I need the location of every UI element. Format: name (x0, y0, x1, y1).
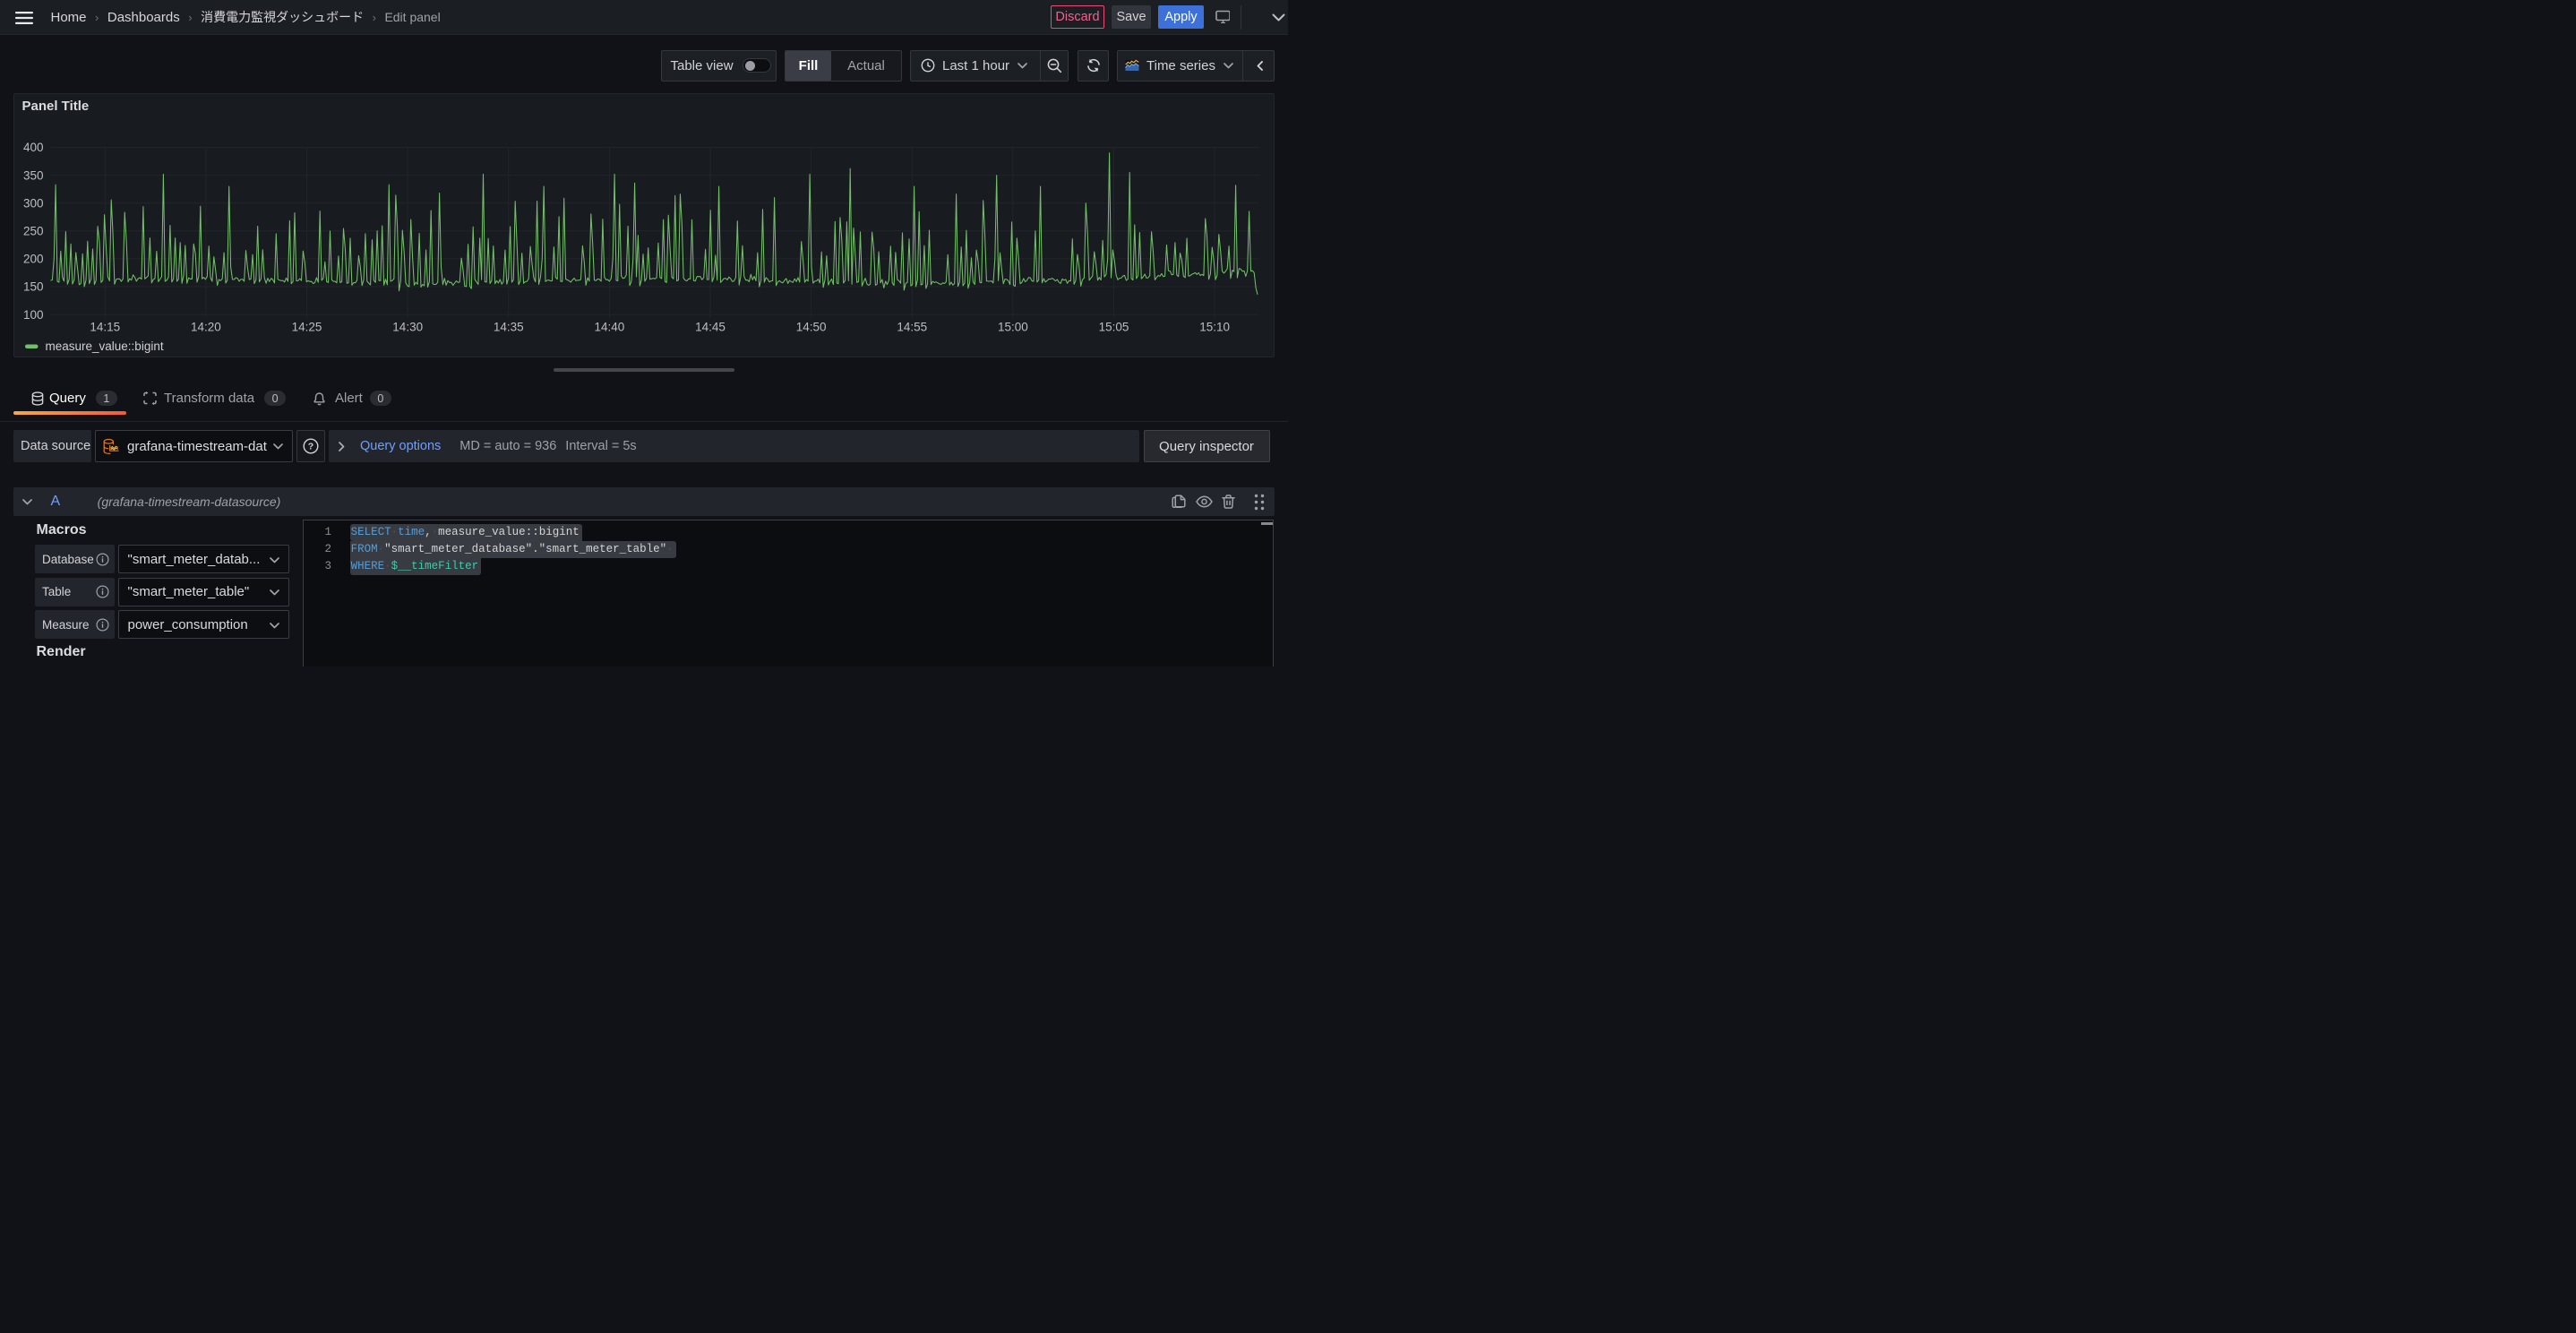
svg-text:15:10: 15:10 (1199, 321, 1230, 334)
svg-text:400: 400 (23, 141, 44, 154)
svg-text:14:40: 14:40 (595, 321, 625, 334)
svg-text:100: 100 (23, 308, 44, 322)
svg-text:14:55: 14:55 (897, 321, 927, 334)
svg-text:14:45: 14:45 (695, 321, 726, 334)
svg-text:300: 300 (23, 196, 44, 210)
svg-text:15:05: 15:05 (1099, 321, 1129, 334)
svg-text:250: 250 (23, 225, 44, 238)
svg-text:14:20: 14:20 (191, 321, 221, 334)
svg-text:200: 200 (23, 253, 44, 266)
svg-text:14:30: 14:30 (392, 321, 423, 334)
svg-text:?: ? (308, 442, 313, 452)
svg-text:150: 150 (23, 280, 44, 294)
svg-text:350: 350 (23, 168, 44, 182)
svg-text:14:35: 14:35 (494, 321, 524, 334)
svg-text:14:25: 14:25 (292, 321, 322, 334)
svg-text:measure_value::bigint: measure_value::bigint (46, 340, 164, 353)
svg-text:14:15: 14:15 (90, 321, 120, 334)
svg-text:14:50: 14:50 (796, 321, 827, 334)
svg-text:15:00: 15:00 (998, 321, 1028, 334)
